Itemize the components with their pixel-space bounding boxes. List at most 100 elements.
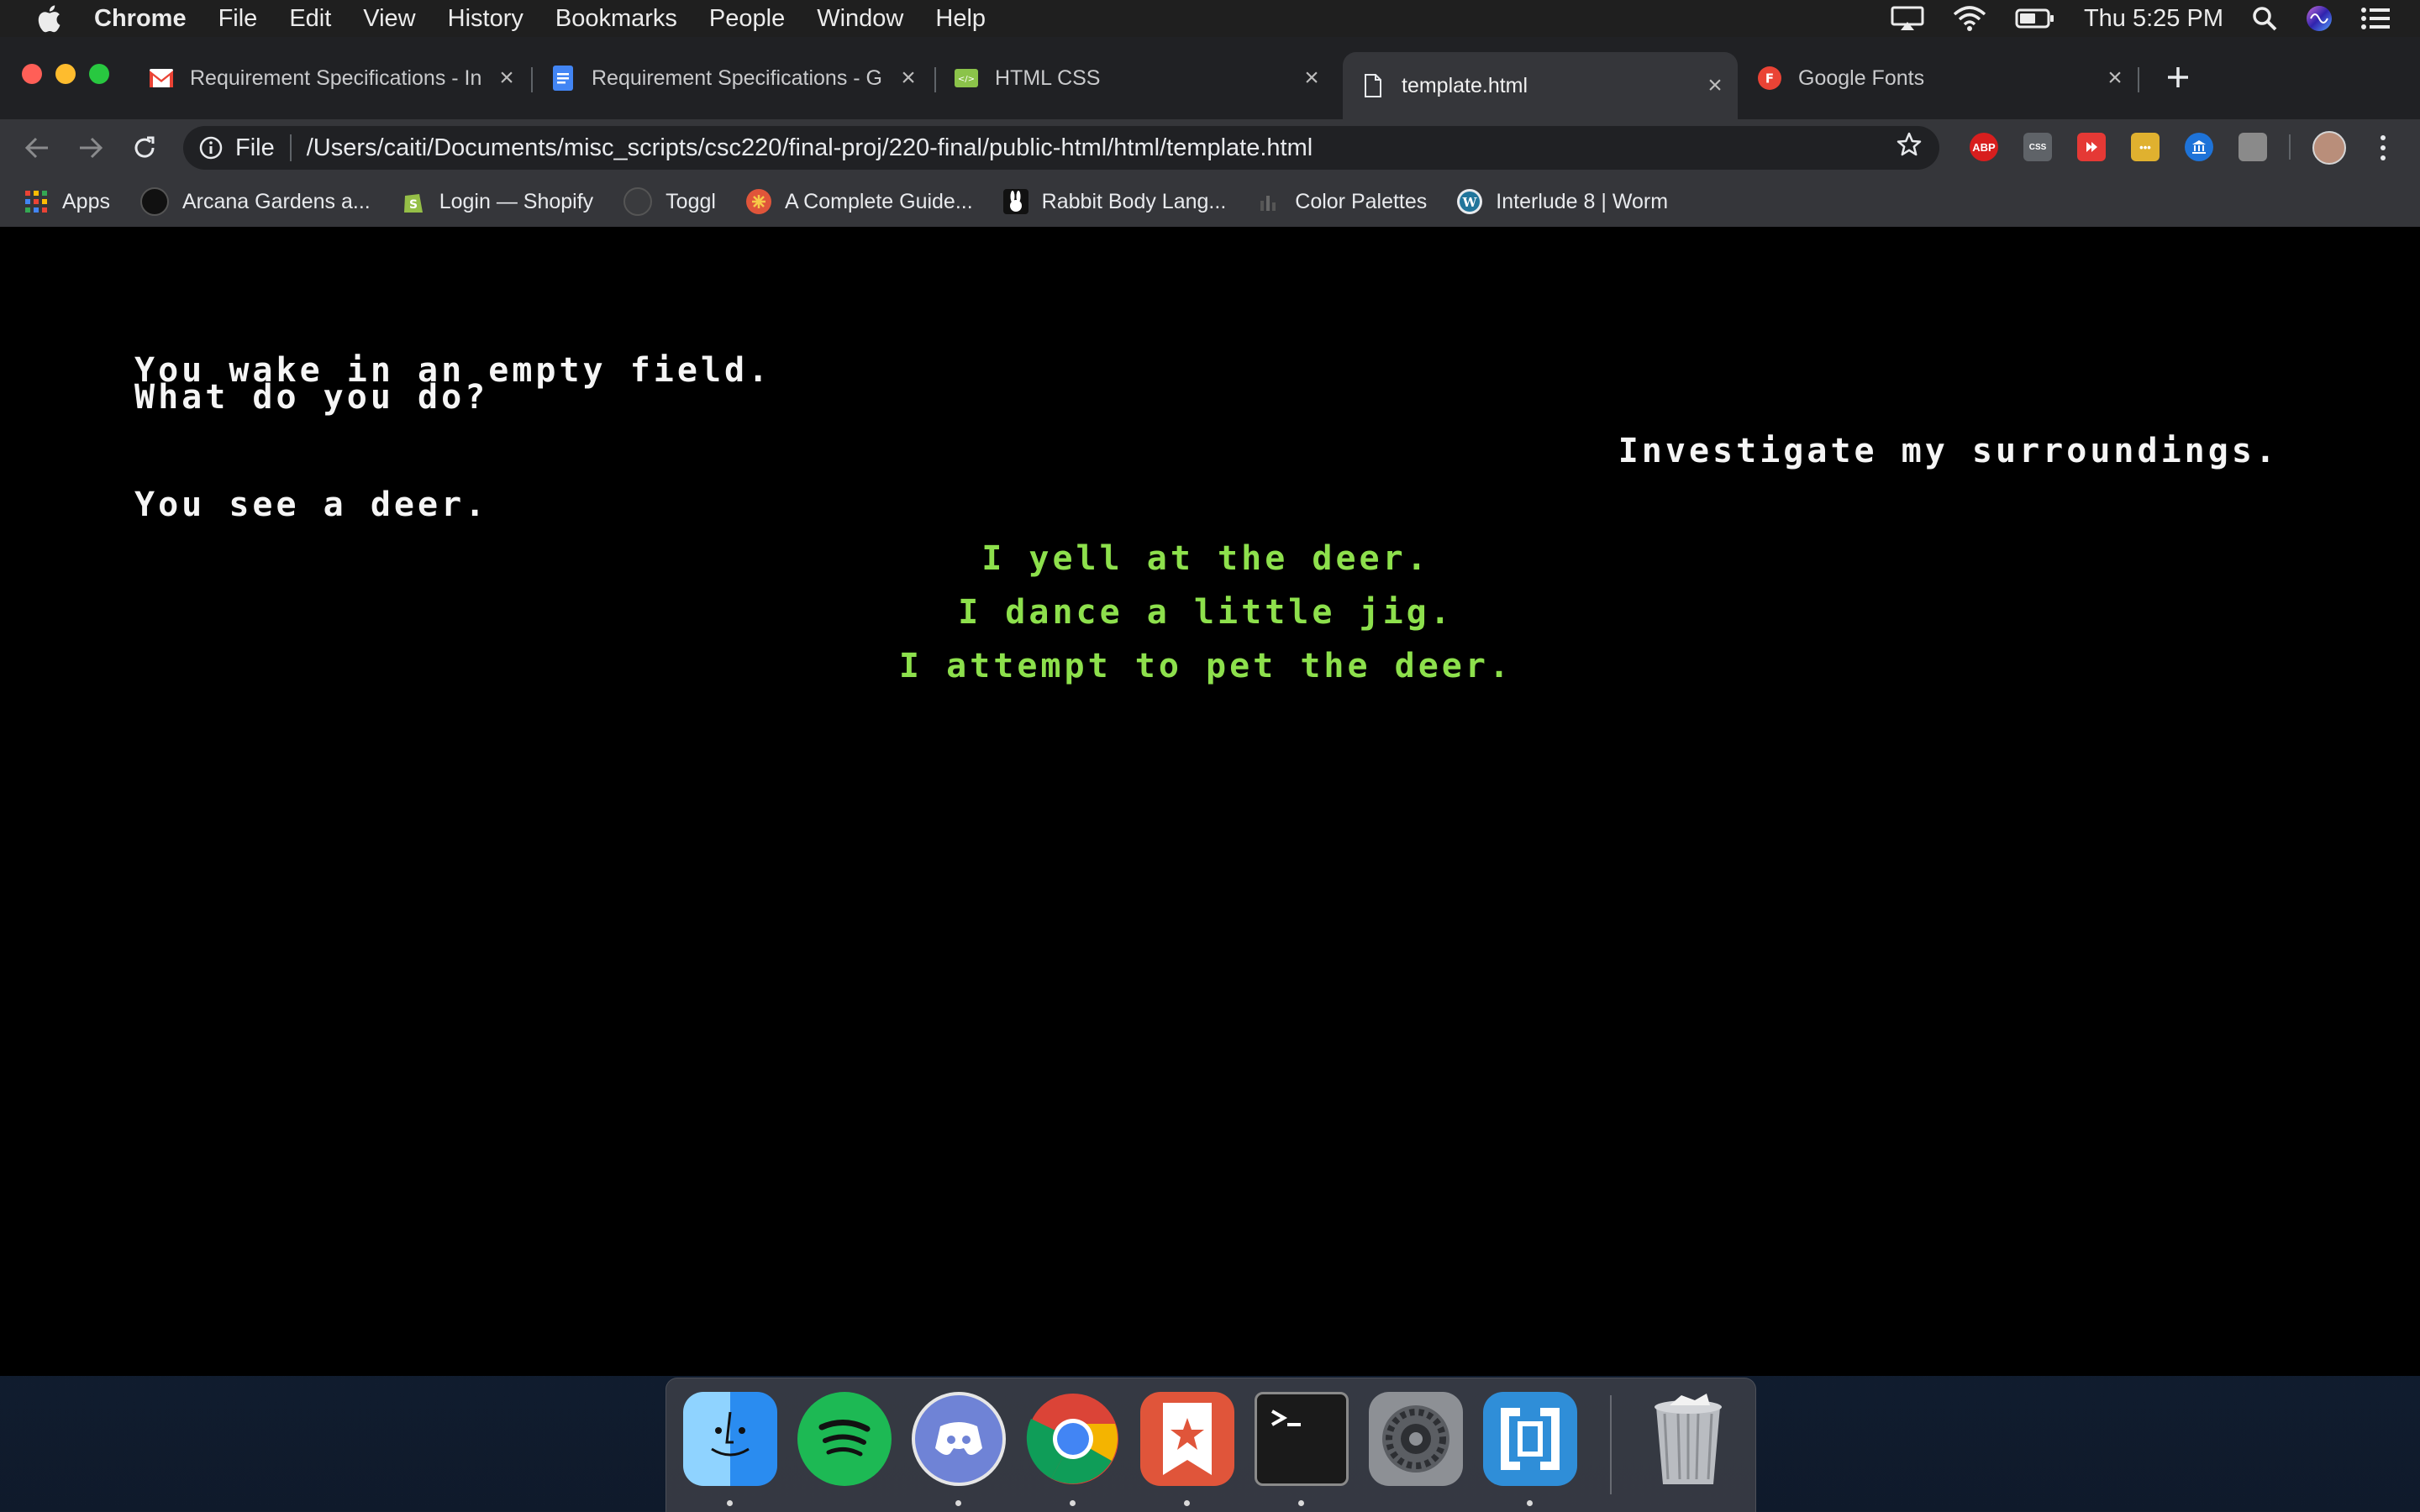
menu-window[interactable]: Window	[817, 5, 903, 33]
video-extension-icon[interactable]	[2077, 133, 2106, 161]
window-minimize-button[interactable]	[55, 64, 76, 84]
wunderlist-icon[interactable]	[1140, 1392, 1234, 1486]
choice-option-pet[interactable]: I attempt to pet the deer.	[702, 647, 1710, 685]
bookmark-label: Arcana Gardens a...	[182, 189, 371, 213]
bookmark-star-icon[interactable]	[1896, 131, 1923, 165]
running-indicator	[1298, 1500, 1304, 1506]
discord-icon[interactable]	[912, 1392, 1006, 1486]
clock[interactable]: Thu 5:25 PM	[2084, 5, 2223, 33]
bookmark-color-palettes[interactable]: Color Palettes	[1256, 189, 1427, 214]
menu-file[interactable]: File	[218, 5, 258, 33]
notification-center-icon[interactable]	[2361, 7, 2390, 30]
menu-people[interactable]: People	[709, 5, 785, 33]
forward-arrow-icon[interactable]	[74, 131, 108, 165]
battery-icon[interactable]	[2015, 8, 2055, 29]
more-menu-icon[interactable]	[2375, 133, 2391, 163]
terminal-icon[interactable]	[1255, 1392, 1349, 1486]
menu-bookmarks[interactable]: Bookmarks	[555, 5, 677, 33]
trash-icon[interactable]	[1641, 1392, 1735, 1486]
window-close-button[interactable]	[22, 64, 42, 84]
profile-avatar[interactable]	[2312, 131, 2346, 165]
menu-help[interactable]: Help	[935, 5, 986, 33]
file-icon	[1361, 74, 1385, 97]
tab-extension-icon[interactable]	[2238, 133, 2267, 161]
guide-icon	[745, 189, 771, 214]
url-text[interactable]: /Users/caiti/Documents/misc_scripts/csc2…	[307, 134, 1313, 162]
bookmark-shopify[interactable]: S Login — Shopify	[401, 189, 593, 214]
brackets-icon[interactable]	[1483, 1392, 1577, 1486]
menu-history[interactable]: History	[448, 5, 523, 33]
tab-close-icon[interactable]: ×	[2102, 64, 2128, 92]
spotify-icon[interactable]	[797, 1392, 892, 1486]
bookmark-label: Toggl	[666, 189, 716, 213]
bookmark-arcana-gardens[interactable]: Arcana Gardens a...	[139, 187, 371, 216]
svg-text:S: S	[409, 198, 418, 212]
tab-close-icon[interactable]: ×	[1702, 71, 1728, 99]
new-tab-plus-icon[interactable]	[2161, 60, 2195, 94]
tab-close-icon[interactable]: ×	[494, 64, 519, 92]
wordpress-icon: W	[1457, 189, 1483, 214]
choice-option-yell[interactable]: I yell at the deer.	[702, 539, 1710, 578]
css-extension-label: CSS	[2028, 142, 2047, 152]
rabbit-icon	[1002, 189, 1028, 214]
choice-option-dance[interactable]: I dance a little jig.	[702, 593, 1710, 632]
tab-html-css[interactable]: </> HTML CSS ×	[955, 52, 1324, 104]
running-indicator	[955, 1500, 961, 1506]
arcana-icon	[139, 187, 169, 216]
chrome-icon[interactable]	[1026, 1392, 1120, 1486]
tab-close-icon[interactable]: ×	[896, 64, 921, 92]
menu-view[interactable]: View	[363, 5, 415, 33]
bookmark-label: Color Palettes	[1295, 189, 1428, 213]
dock-separator	[1610, 1395, 1612, 1494]
tab-google-fonts[interactable]: F Google Fonts ×	[1758, 52, 2128, 104]
bank-extension-icon[interactable]	[2185, 133, 2213, 161]
finder-icon[interactable]	[683, 1392, 777, 1486]
apple-menu-icon[interactable]	[30, 4, 67, 33]
wifi-icon[interactable]	[1953, 6, 1986, 31]
tab-separator	[531, 67, 533, 92]
toolbar-divider	[2289, 134, 2291, 160]
reload-icon[interactable]	[128, 131, 161, 165]
menu-app-name[interactable]: Chrome	[94, 5, 187, 33]
tab-title: Requirement Specifications - G	[592, 66, 882, 90]
airplay-icon[interactable]	[1891, 6, 1924, 31]
bookmarks-bar: Apps Arcana Gardens a... S Login — Shopi…	[0, 176, 2420, 228]
google-fonts-icon: F	[1758, 66, 1781, 90]
tab-title: Requirement Specifications - In	[190, 66, 482, 90]
shopify-icon: S	[401, 189, 426, 214]
system-preferences-gear-icon[interactable]	[1369, 1392, 1463, 1486]
page-content: You wake in an empty field. What do you …	[0, 227, 2420, 1376]
bookmark-apps[interactable]: Apps	[24, 189, 110, 214]
info-icon[interactable]	[198, 135, 224, 160]
bookmark-interlude-worm[interactable]: W Interlude 8 | Worm	[1457, 189, 1668, 214]
spotlight-search-icon[interactable]	[2252, 6, 2277, 31]
bookmark-label: Login — Shopify	[439, 189, 594, 213]
running-indicator	[1184, 1500, 1190, 1506]
address-bar[interactable]: File /Users/caiti/Documents/misc_scripts…	[183, 126, 1939, 170]
gmail-icon	[150, 66, 173, 90]
running-indicator	[1527, 1500, 1533, 1506]
tab-google-docs[interactable]: Requirement Specifications - G ×	[551, 52, 921, 104]
bookmark-label: Interlude 8 | Worm	[1496, 189, 1669, 213]
chrome-window: Requirement Specifications - In × Requir…	[0, 37, 2420, 1376]
notes-extension-icon[interactable]: •••	[2131, 133, 2160, 161]
window-zoom-button[interactable]	[89, 64, 109, 84]
tab-strip: Requirement Specifications - In × Requir…	[0, 37, 2420, 119]
google-docs-icon	[551, 66, 575, 91]
bookmark-label: Rabbit Body Lang...	[1041, 189, 1227, 213]
css-extension-icon[interactable]: CSS	[2023, 133, 2052, 161]
tab-gmail[interactable]: Requirement Specifications - In ×	[150, 52, 519, 104]
tab-template-html[interactable]: template.html ×	[1343, 52, 1738, 119]
adblock-icon[interactable]: ABP	[1970, 133, 1998, 161]
tab-title: HTML CSS	[995, 66, 1101, 90]
siri-icon[interactable]	[2306, 5, 2333, 32]
bookmark-toggl[interactable]: Toggl	[623, 187, 716, 216]
bookmark-complete-guide[interactable]: A Complete Guide...	[745, 189, 973, 214]
back-arrow-icon[interactable]	[20, 131, 54, 165]
macos-menu-bar: Chrome File Edit View History Bookmarks …	[0, 0, 2420, 37]
menu-edit[interactable]: Edit	[289, 5, 331, 33]
apps-grid-icon	[24, 189, 49, 214]
bookmark-rabbit-body-language[interactable]: Rabbit Body Lang...	[1002, 189, 1227, 214]
bookmark-label: A Complete Guide...	[784, 189, 973, 213]
tab-close-icon[interactable]: ×	[1299, 64, 1324, 92]
